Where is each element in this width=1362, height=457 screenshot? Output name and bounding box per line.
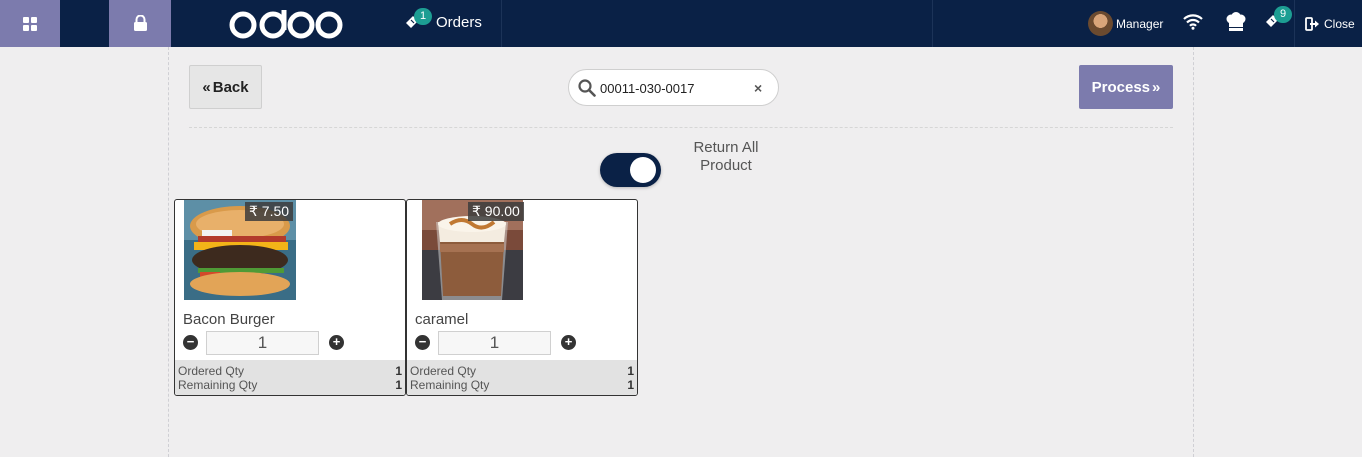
- product-card[interactable]: ₹ 7.50 Bacon Burger − + Ordered Qty 1 Re…: [174, 199, 406, 396]
- process-button[interactable]: Process »: [1079, 65, 1173, 109]
- search-icon: [578, 79, 596, 97]
- ordered-qty-value: 1: [395, 364, 402, 378]
- product-stats: Ordered Qty 1 Remaining Qty 1: [407, 360, 637, 395]
- increase-qty-button[interactable]: +: [561, 335, 576, 350]
- remaining-qty-value: 1: [395, 378, 402, 392]
- chef-hat-icon[interactable]: [1225, 11, 1247, 33]
- avatar: [1088, 11, 1113, 36]
- product-stats: Ordered Qty 1 Remaining Qty 1: [175, 360, 405, 395]
- return-all-label-line1: Return All: [693, 139, 759, 156]
- topbar-divider: [932, 0, 933, 47]
- order-search: ×: [568, 69, 779, 106]
- quantity-input[interactable]: [438, 331, 551, 355]
- close-label: Close: [1324, 16, 1355, 31]
- orders-count-badge: 1: [414, 8, 432, 25]
- user-name: Manager: [1116, 16, 1164, 31]
- user-menu[interactable]: Manager: [1088, 11, 1163, 36]
- orders-label: Orders: [436, 14, 482, 31]
- close-button[interactable]: Close: [1294, 0, 1355, 47]
- remaining-qty-value: 1: [627, 378, 634, 392]
- toggle-knob: [630, 157, 656, 183]
- double-chevron-right-icon: »: [1152, 78, 1161, 96]
- lock-icon: [133, 15, 147, 31]
- top-bar: 1 Orders Manager 9 Close: [0, 0, 1362, 47]
- divider: [189, 127, 1173, 128]
- orders-tab[interactable]: 1 Orders: [396, 0, 502, 47]
- ordered-qty-row: Ordered Qty 1: [178, 364, 402, 378]
- content-border-left: [168, 47, 169, 457]
- increase-qty-button[interactable]: +: [329, 335, 344, 350]
- ordered-qty-row: Ordered Qty 1: [410, 364, 634, 378]
- product-price: ₹ 7.50: [245, 202, 294, 221]
- search-input[interactable]: [600, 78, 750, 98]
- product-card[interactable]: ₹ 90.00 caramel − + Ordered Qty 1 Remain…: [406, 199, 638, 396]
- sign-out-icon: [1305, 16, 1319, 31]
- product-name: Bacon Burger: [183, 311, 275, 328]
- double-chevron-left-icon: «: [202, 78, 211, 96]
- process-label: Process: [1091, 78, 1151, 96]
- product-price: ₹ 90.00: [468, 202, 524, 221]
- quantity-input[interactable]: [206, 331, 319, 355]
- ordered-qty-value: 1: [627, 364, 634, 378]
- decrease-qty-button[interactable]: −: [183, 335, 198, 350]
- quantity-stepper: − +: [415, 331, 635, 355]
- back-button[interactable]: « Back: [189, 65, 262, 109]
- clear-search-icon[interactable]: ×: [754, 80, 762, 96]
- apps-icon: [23, 16, 37, 31]
- product-name: caramel: [415, 311, 469, 328]
- content-border-right: [1193, 47, 1194, 457]
- back-label: Back: [212, 78, 249, 96]
- return-all-toggle[interactable]: [600, 153, 661, 187]
- return-all-label: Return All Product: [681, 139, 771, 175]
- ordered-qty-label: Ordered Qty: [410, 364, 477, 378]
- wifi-icon: [1183, 14, 1203, 30]
- tickets-count-badge: 9: [1274, 6, 1292, 23]
- remaining-qty-label: Remaining Qty: [178, 378, 258, 392]
- apps-button[interactable]: [0, 0, 60, 47]
- quantity-stepper: − +: [183, 331, 403, 355]
- return-all-label-line2: Product: [700, 157, 752, 174]
- lock-button[interactable]: [109, 0, 171, 47]
- odoo-logo: [229, 10, 343, 39]
- ordered-qty-label: Ordered Qty: [178, 364, 245, 378]
- remaining-qty-row: Remaining Qty 1: [410, 378, 634, 392]
- remaining-qty-label: Remaining Qty: [410, 378, 490, 392]
- remaining-qty-row: Remaining Qty 1: [178, 378, 402, 392]
- decrease-qty-button[interactable]: −: [415, 335, 430, 350]
